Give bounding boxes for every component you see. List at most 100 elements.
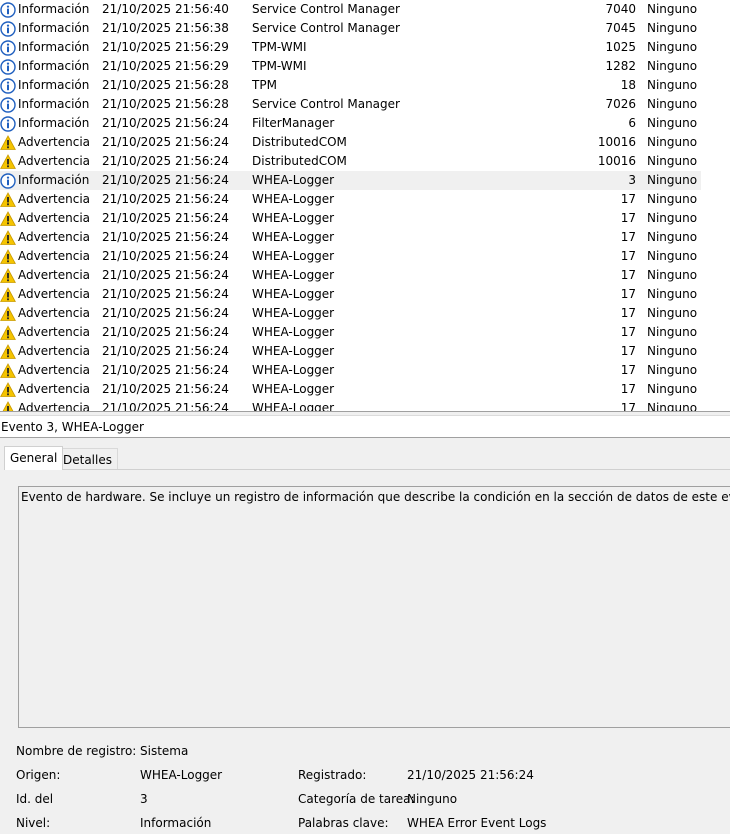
event-date: 21/10/2025 21:56:24 (102, 363, 229, 377)
info-icon (0, 97, 16, 113)
warning-icon (0, 401, 16, 411)
log-name-value[interactable]: Sistema (140, 744, 188, 758)
event-row[interactable]: Advertencia 21/10/2025 21:56:24 WHEA-Logge… (0, 361, 701, 380)
event-level: Advertencia (18, 249, 91, 263)
warning-icon (0, 154, 16, 170)
event-id: 1025 (605, 40, 636, 54)
event-level: Advertencia (18, 268, 91, 282)
event-row[interactable]: Información 21/10/2025 21:56:29 TPM-WMI 102… (0, 38, 701, 57)
event-row[interactable]: Advertencia 21/10/2025 21:56:24 WHEA-Logge… (0, 304, 701, 323)
event-id: 7045 (605, 21, 636, 35)
event-row[interactable]: Advertencia 21/10/2025 21:56:24 WHEA-Logge… (0, 266, 701, 285)
event-source: DistributedCOM (252, 154, 347, 168)
event-source: Service Control Manager (252, 2, 400, 16)
event-row[interactable]: Advertencia 21/10/2025 21:56:24 WHEA-Logge… (0, 247, 701, 266)
event-id: 17 (620, 363, 636, 377)
event-date: 21/10/2025 21:56:28 (102, 78, 229, 92)
event-source: TPM (252, 78, 277, 92)
event-row[interactable]: Advertencia 21/10/2025 21:56:24 WHEA-Logge… (0, 380, 701, 399)
event-source: DistributedCOM (252, 135, 347, 149)
event-category: Ninguno (647, 154, 698, 168)
event-date: 21/10/2025 21:56:24 (102, 230, 229, 244)
event-row[interactable]: Advertencia 21/10/2025 21:56:24 WHEA-Logge… (0, 209, 701, 228)
event-description[interactable]: Evento de hardware. Se incluye un regist… (18, 486, 730, 728)
event-detail-title: Evento 3, WHEA-Logger (0, 416, 730, 438)
event-date: 21/10/2025 21:56:24 (102, 192, 229, 206)
event-category: Ninguno (647, 325, 698, 339)
event-source: WHEA-Logger (252, 344, 335, 358)
event-row[interactable]: Información 21/10/2025 21:56:24 WHEA-Logge… (0, 171, 701, 190)
warning-icon (0, 135, 16, 151)
warning-icon (0, 325, 16, 341)
event-row[interactable]: Advertencia 21/10/2025 21:56:24 Distribute… (0, 152, 701, 171)
event-level: Información (18, 40, 90, 54)
info-icon (0, 116, 16, 132)
source-value[interactable]: WHEA-Logger (140, 768, 222, 782)
event-row[interactable]: Información 21/10/2025 21:56:28 TPM 18 Ningu… (0, 76, 701, 95)
event-source: WHEA-Logger (252, 325, 335, 339)
event-source: TPM-WMI (252, 40, 307, 54)
event-row[interactable]: Información 21/10/2025 21:56:28 Service Co… (0, 95, 701, 114)
event-id: 17 (620, 192, 636, 206)
event-level: Advertencia (18, 306, 91, 320)
event-row[interactable]: Advertencia 21/10/2025 21:56:24 WHEA-Logge… (0, 399, 701, 411)
warning-icon (0, 287, 16, 303)
event-id-label: Id. del (16, 792, 54, 806)
info-icon (0, 40, 16, 56)
tab-general[interactable]: General (4, 446, 64, 470)
task-category-label: Categoría de tarea: (298, 792, 415, 806)
event-row[interactable]: Advertencia 21/10/2025 21:56:24 WHEA-Logge… (0, 228, 701, 247)
event-category: Ninguno (647, 249, 698, 263)
tab-details[interactable]: Detalles (57, 448, 118, 470)
event-row[interactable]: Información 21/10/2025 21:56:40 Service Co… (0, 0, 701, 19)
event-category: Ninguno (647, 382, 698, 396)
event-source: TPM-WMI (252, 59, 307, 73)
event-source: WHEA-Logger (252, 268, 335, 282)
keywords-value[interactable]: WHEA Error Event Logs (407, 816, 546, 830)
event-row[interactable]: Advertencia 21/10/2025 21:56:24 WHEA-Logge… (0, 285, 701, 304)
event-id: 17 (620, 211, 636, 225)
event-date: 21/10/2025 21:56:24 (102, 401, 229, 411)
event-id: 6 (628, 116, 636, 130)
level-value[interactable]: Información (140, 816, 211, 830)
warning-icon (0, 306, 16, 322)
event-id: 3 (628, 173, 636, 187)
info-icon (0, 78, 16, 94)
event-id: 7026 (605, 97, 636, 111)
event-row[interactable]: Información 21/10/2025 21:56:38 Service Co… (0, 19, 701, 38)
event-id: 1282 (605, 59, 636, 73)
event-category: Ninguno (647, 21, 698, 35)
event-id: 17 (620, 306, 636, 320)
event-level: Información (18, 59, 90, 73)
level-label: Nivel: (16, 816, 51, 830)
event-level: Advertencia (18, 192, 91, 206)
event-category: Ninguno (647, 2, 698, 16)
task-category-value[interactable]: Ninguno (407, 792, 457, 806)
event-category: Ninguno (647, 401, 698, 411)
event-row[interactable]: Advertencia 21/10/2025 21:56:24 WHEA-Logge… (0, 190, 701, 209)
event-id-value[interactable]: 3 (140, 792, 148, 806)
event-row[interactable]: Advertencia 21/10/2025 21:56:24 WHEA-Logge… (0, 342, 701, 361)
event-level: Información (18, 116, 90, 130)
event-category: Ninguno (647, 344, 698, 358)
event-date: 21/10/2025 21:56:24 (102, 268, 229, 282)
event-level: Información (18, 173, 90, 187)
warning-icon (0, 192, 16, 208)
event-row[interactable]: Información 21/10/2025 21:56:29 TPM-WMI 128… (0, 57, 701, 76)
event-id: 17 (620, 287, 636, 301)
logged-label: Registrado: (298, 768, 367, 782)
event-level: Advertencia (18, 211, 91, 225)
event-row[interactable]: Información 21/10/2025 21:56:24 FilterMana… (0, 114, 701, 133)
event-list[interactable]: Información 21/10/2025 21:56:40 Service Co… (0, 0, 730, 411)
event-category: Ninguno (647, 40, 698, 54)
event-level: Advertencia (18, 230, 91, 244)
logged-value[interactable]: 21/10/2025 21:56:24 (407, 768, 534, 782)
keywords-label: Palabras clave: (298, 816, 389, 830)
event-id: 17 (620, 249, 636, 263)
event-row[interactable]: Advertencia 21/10/2025 21:56:24 WHEA-Logge… (0, 323, 701, 342)
event-level: Advertencia (18, 401, 91, 411)
event-source: WHEA-Logger (252, 192, 335, 206)
info-icon (0, 2, 16, 18)
event-source: WHEA-Logger (252, 363, 335, 377)
event-row[interactable]: Advertencia 21/10/2025 21:56:24 Distribute… (0, 133, 701, 152)
